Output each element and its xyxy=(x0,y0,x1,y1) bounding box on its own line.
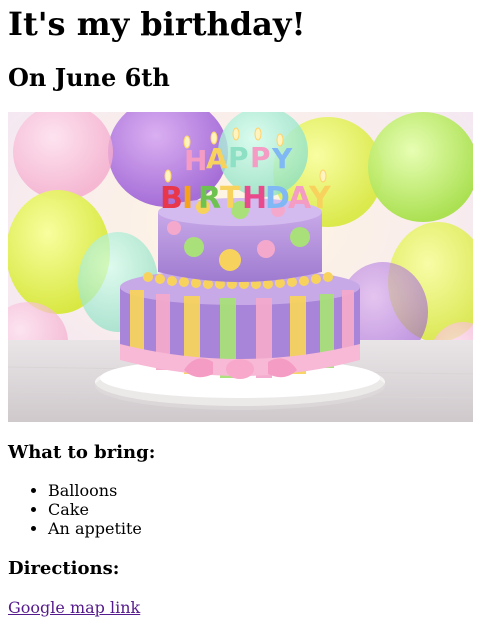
birthday-cake-photo: H A P P Y B I R T H D A Y xyxy=(8,112,473,422)
svg-text:T: T xyxy=(220,181,241,216)
svg-text:H: H xyxy=(242,181,267,216)
svg-text:P: P xyxy=(250,141,271,174)
svg-text:H: H xyxy=(184,144,207,177)
svg-text:Y: Y xyxy=(308,181,332,216)
svg-text:Y: Y xyxy=(271,142,293,175)
list-item: Balloons xyxy=(48,481,488,500)
svg-text:D: D xyxy=(265,181,290,216)
google-map-link[interactable]: Google map link xyxy=(8,598,140,617)
page: It's my birthday! On June 6th H A P P Y … xyxy=(0,0,496,618)
list-item: An appetite xyxy=(48,519,488,538)
svg-text:B: B xyxy=(160,181,183,216)
svg-text:A: A xyxy=(206,142,228,175)
what-to-bring-heading: What to bring: xyxy=(8,442,156,463)
svg-text:I: I xyxy=(182,181,193,216)
list-item: Cake xyxy=(48,500,488,519)
svg-text:P: P xyxy=(228,141,249,174)
date-subtitle: On June 6th xyxy=(8,63,170,92)
svg-text:R: R xyxy=(198,181,221,216)
page-title: It's my birthday! xyxy=(8,5,306,43)
directions-paragraph: Google map link xyxy=(8,598,488,618)
bring-list: Balloons Cake An appetite xyxy=(8,481,488,538)
directions-heading: Directions: xyxy=(8,558,120,579)
